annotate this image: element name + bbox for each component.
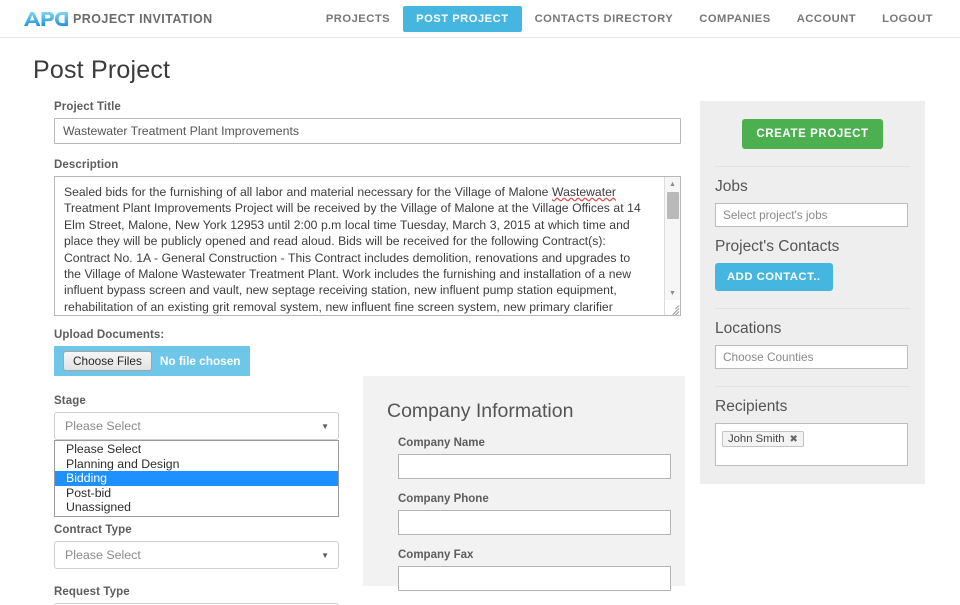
nav-item-companies[interactable]: COMPANIES (686, 6, 783, 32)
upload-wrap: Choose Files No file chosen (54, 346, 681, 376)
project-contacts-heading: Project's Contacts (715, 238, 840, 255)
add-contact-button[interactable]: ADD CONTACT.. (715, 263, 833, 291)
company-fax-input[interactable] (398, 566, 671, 591)
stage-select[interactable]: Please Select ▼ (54, 412, 339, 440)
scroll-down-icon[interactable]: ▼ (665, 286, 680, 300)
remove-recipient-icon[interactable]: ✖ (790, 434, 798, 445)
recipient-tag-label: John Smith (728, 433, 785, 445)
contract-type-select[interactable]: Please Select ▼ (54, 541, 339, 569)
create-project-button[interactable]: CREATE PROJECT (742, 119, 883, 149)
stage-option-post-bid[interactable]: Post-bid (55, 486, 338, 501)
divider (715, 386, 910, 387)
page-title: Post Project (33, 56, 171, 84)
description-scrollbar[interactable]: ▲ ▼ (664, 177, 680, 315)
description-textarea[interactable]: Sealed bids for the furnishing of all la… (54, 176, 681, 316)
file-upload-control[interactable]: Choose Files No file chosen (54, 346, 250, 376)
description-text: Sealed bids for the furnishing of all la… (55, 177, 658, 315)
jobs-input[interactable] (715, 203, 908, 227)
sidebar-column: CREATE PROJECT Jobs Project's Contacts A… (700, 101, 925, 605)
company-name-label: Company Name (398, 437, 485, 449)
company-fax-label: Company Fax (398, 549, 474, 561)
misspelled-word: Wastewater (552, 185, 616, 199)
nav-item-account[interactable]: ACCOUNT (784, 6, 869, 32)
nav-item-logout[interactable]: LOGOUT (869, 6, 946, 32)
stage-option-please-select[interactable]: Please Select (55, 442, 338, 457)
recipients-tag-box[interactable]: John Smith ✖ (715, 423, 908, 466)
file-status-text: No file chosen (159, 354, 241, 368)
project-title-field-wrap (54, 118, 681, 144)
stage-option-unassigned[interactable]: Unassigned (55, 500, 338, 515)
company-information-title: Company Information (387, 400, 574, 422)
apg-logo-icon (24, 11, 68, 27)
upload-documents-label: Upload Documents: (54, 329, 165, 341)
brand-name: PROJECT INVITATION (73, 11, 213, 26)
stage-option-bidding[interactable]: Bidding (55, 471, 338, 486)
recipients-heading: Recipients (715, 398, 788, 415)
chevron-down-icon: ▼ (321, 421, 329, 431)
project-actions-panel: CREATE PROJECT Jobs Project's Contacts A… (700, 101, 925, 484)
company-phone-input[interactable] (398, 510, 671, 535)
nav-item-post-project[interactable]: POST PROJECT (403, 6, 522, 32)
chevron-down-icon: ▼ (321, 550, 329, 560)
company-information-panel: Company Information Company Name Company… (363, 376, 685, 591)
divider (715, 308, 910, 309)
top-navigation-bar: PROJECT INVITATION PROJECTS POST PROJECT… (0, 0, 960, 38)
company-phone-label: Company Phone (398, 493, 489, 505)
company-name-input[interactable] (398, 454, 671, 479)
stage-options-list[interactable]: Please Select Planning and Design Biddin… (54, 440, 339, 517)
contract-type-value: Please Select (65, 548, 141, 562)
project-title-label: Project Title (54, 101, 121, 113)
scrollbar-thumb[interactable] (667, 192, 679, 219)
divider (715, 166, 910, 167)
recipient-tag[interactable]: John Smith ✖ (722, 431, 804, 447)
resize-grip-icon[interactable] (665, 300, 680, 315)
scroll-up-icon[interactable]: ▲ (665, 177, 680, 191)
nav-item-contacts-directory[interactable]: CONTACTS DIRECTORY (522, 6, 687, 32)
locations-heading: Locations (715, 320, 782, 337)
description-part1: Sealed bids for the furnishing of all la… (64, 185, 553, 199)
description-part2: Treatment Plant Improvements Project wil… (64, 201, 641, 314)
request-type-select[interactable]: Please Select ▼ (54, 603, 339, 605)
locations-input[interactable] (715, 345, 908, 369)
brand-logo[interactable]: PROJECT INVITATION (24, 11, 213, 27)
description-label: Description (54, 159, 119, 171)
choose-files-button[interactable]: Choose Files (63, 351, 152, 371)
project-title-input[interactable] (54, 118, 681, 144)
nav-item-projects[interactable]: PROJECTS (313, 6, 403, 32)
nav-items: PROJECTS POST PROJECT CONTACTS DIRECTORY… (313, 0, 946, 38)
stage-option-planning-and-design[interactable]: Planning and Design (55, 457, 338, 472)
request-type-wrap: Please Select ▼ (54, 603, 681, 605)
jobs-heading: Jobs (715, 178, 748, 195)
description-field-wrap: Sealed bids for the furnishing of all la… (54, 176, 681, 316)
stage-select-value: Please Select (65, 419, 141, 433)
